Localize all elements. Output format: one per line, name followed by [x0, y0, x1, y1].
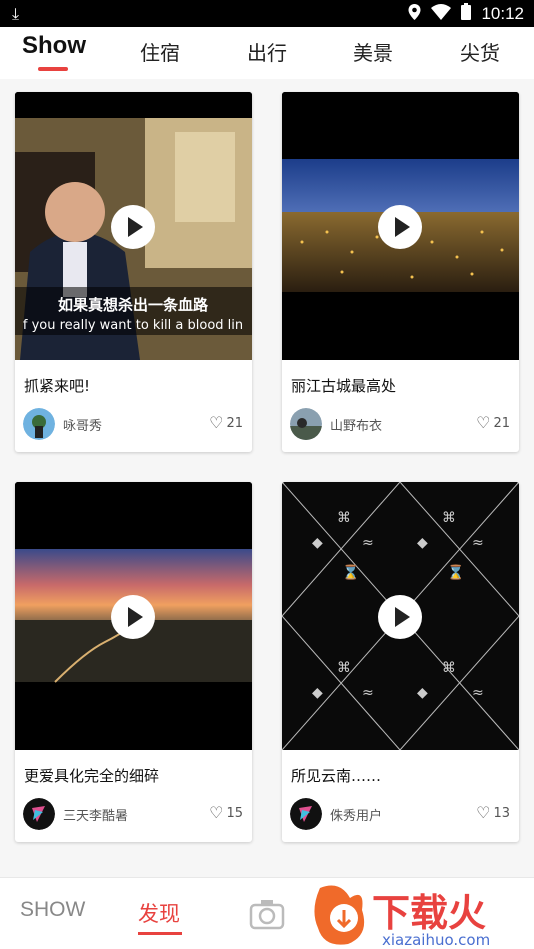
video-thumbnail[interactable]	[15, 482, 252, 750]
card-author[interactable]: 咏哥秀	[23, 408, 102, 440]
likes-value: 15	[226, 805, 243, 821]
location-icon	[408, 3, 421, 24]
tab-goods[interactable]: 尖货	[460, 37, 500, 66]
heart-icon: ♡	[209, 803, 224, 822]
video-card[interactable]: ⌘ ⌘ ⌘ ⌘ ◆ ◆ ≈ ≈ ◆ ◆ ≈ ≈ ⌛ ⌛ 所见云南…… 侏秀用户 ♡ 13	[282, 482, 519, 842]
tab-lodging[interactable]: 住宿	[140, 37, 180, 66]
status-time: 10:12	[481, 3, 524, 23]
video-thumbnail[interactable]: ⌘ ⌘ ⌘ ⌘ ◆ ◆ ≈ ≈ ◆ ◆ ≈ ≈ ⌛ ⌛	[282, 482, 519, 750]
avatar	[23, 408, 55, 440]
watermark-brand: 下载火	[372, 891, 486, 935]
likes-value: 21	[226, 415, 243, 431]
like-count[interactable]: ♡ 13	[476, 805, 510, 821]
svg-text:≈: ≈	[362, 535, 374, 551]
svg-text:≈: ≈	[362, 685, 374, 701]
tab-scenery[interactable]: 美景	[353, 37, 393, 66]
svg-text:⌘: ⌘	[442, 660, 456, 676]
svg-text:⌛: ⌛	[447, 564, 464, 581]
svg-text:⌘: ⌘	[337, 510, 351, 526]
card-author[interactable]: 山野布衣	[290, 408, 382, 440]
svg-text:◆: ◆	[417, 535, 428, 551]
svg-text:◆: ◆	[312, 685, 323, 701]
video-card[interactable]: 丽江古城最高处 山野布衣 ♡ 21	[282, 92, 519, 452]
author-name: 三天李酷暑	[63, 808, 129, 824]
card-title: 所见云南……	[291, 767, 382, 785]
tab-show[interactable]: Show	[22, 32, 86, 60]
like-count[interactable]: ♡ 15	[209, 805, 243, 821]
like-count[interactable]: ♡ 21	[209, 415, 243, 431]
wifi-icon	[431, 3, 452, 24]
video-thumbnail[interactable]	[282, 92, 519, 360]
svg-text:⌘: ⌘	[442, 510, 456, 526]
watermark-url: xiazaihuo.com	[382, 931, 490, 948]
likes-value: 21	[493, 415, 510, 431]
svg-text:⌘: ⌘	[337, 660, 351, 676]
card-author[interactable]: 三天李酷暑	[23, 798, 128, 830]
like-count[interactable]: ♡ 21	[476, 415, 510, 431]
video-card[interactable]: 如果真想杀出一条血路 f you really want to kill a b…	[15, 92, 252, 452]
play-icon[interactable]	[111, 205, 155, 249]
category-tabs: Show 住宿 出行 美景 尖货	[0, 27, 534, 79]
video-subtitle-cn: 如果真想杀出一条血路	[58, 296, 209, 314]
author-name: 侏秀用户	[330, 808, 383, 824]
status-bar: ⤓ 10:12	[0, 0, 534, 27]
battery-icon	[461, 3, 472, 24]
svg-text:⌛: ⌛	[342, 564, 359, 581]
svg-text:◆: ◆	[312, 535, 323, 551]
card-author[interactable]: 侏秀用户	[290, 798, 382, 830]
likes-value: 13	[493, 805, 510, 821]
heart-icon: ♡	[476, 803, 491, 822]
svg-text:≈: ≈	[472, 535, 484, 551]
avatar	[290, 408, 322, 440]
video-thumbnail[interactable]: 如果真想杀出一条血路 f you really want to kill a b…	[15, 92, 252, 360]
nav-show[interactable]: SHOW	[20, 898, 85, 922]
video-subtitle-en: f you really want to kill a blood lin	[23, 318, 243, 333]
avatar	[23, 798, 55, 830]
card-title: 丽江古城最高处	[291, 377, 397, 395]
heart-icon: ♡	[476, 413, 491, 432]
watermark-logo: 下载火 xiazaihuo.com	[314, 885, 490, 948]
svg-text:≈: ≈	[472, 685, 484, 701]
play-icon[interactable]	[378, 205, 422, 249]
author-name: 山野布衣	[330, 418, 383, 434]
video-card[interactable]: 更爱具化完全的细碎 三天李酷暑 ♡ 15	[15, 482, 252, 842]
download-icon: ⤓	[12, 4, 20, 23]
author-name: 咏哥秀	[63, 418, 103, 434]
card-title: 抓紧来吧!	[24, 377, 91, 395]
tab-travel[interactable]: 出行	[247, 37, 287, 66]
heart-icon: ♡	[209, 413, 224, 432]
nav-active-indicator	[138, 932, 182, 935]
active-tab-indicator	[38, 67, 68, 71]
bottom-navigation: SHOW 发现 下载火 xiazaihuo.com	[0, 877, 534, 949]
svg-text:◆: ◆	[417, 685, 428, 701]
avatar	[290, 798, 322, 830]
play-icon[interactable]	[378, 595, 422, 639]
nav-discover[interactable]: 发现	[138, 898, 180, 928]
camera-icon[interactable]	[249, 898, 285, 934]
card-title: 更爱具化完全的细碎	[24, 767, 160, 785]
play-icon[interactable]	[111, 595, 155, 639]
